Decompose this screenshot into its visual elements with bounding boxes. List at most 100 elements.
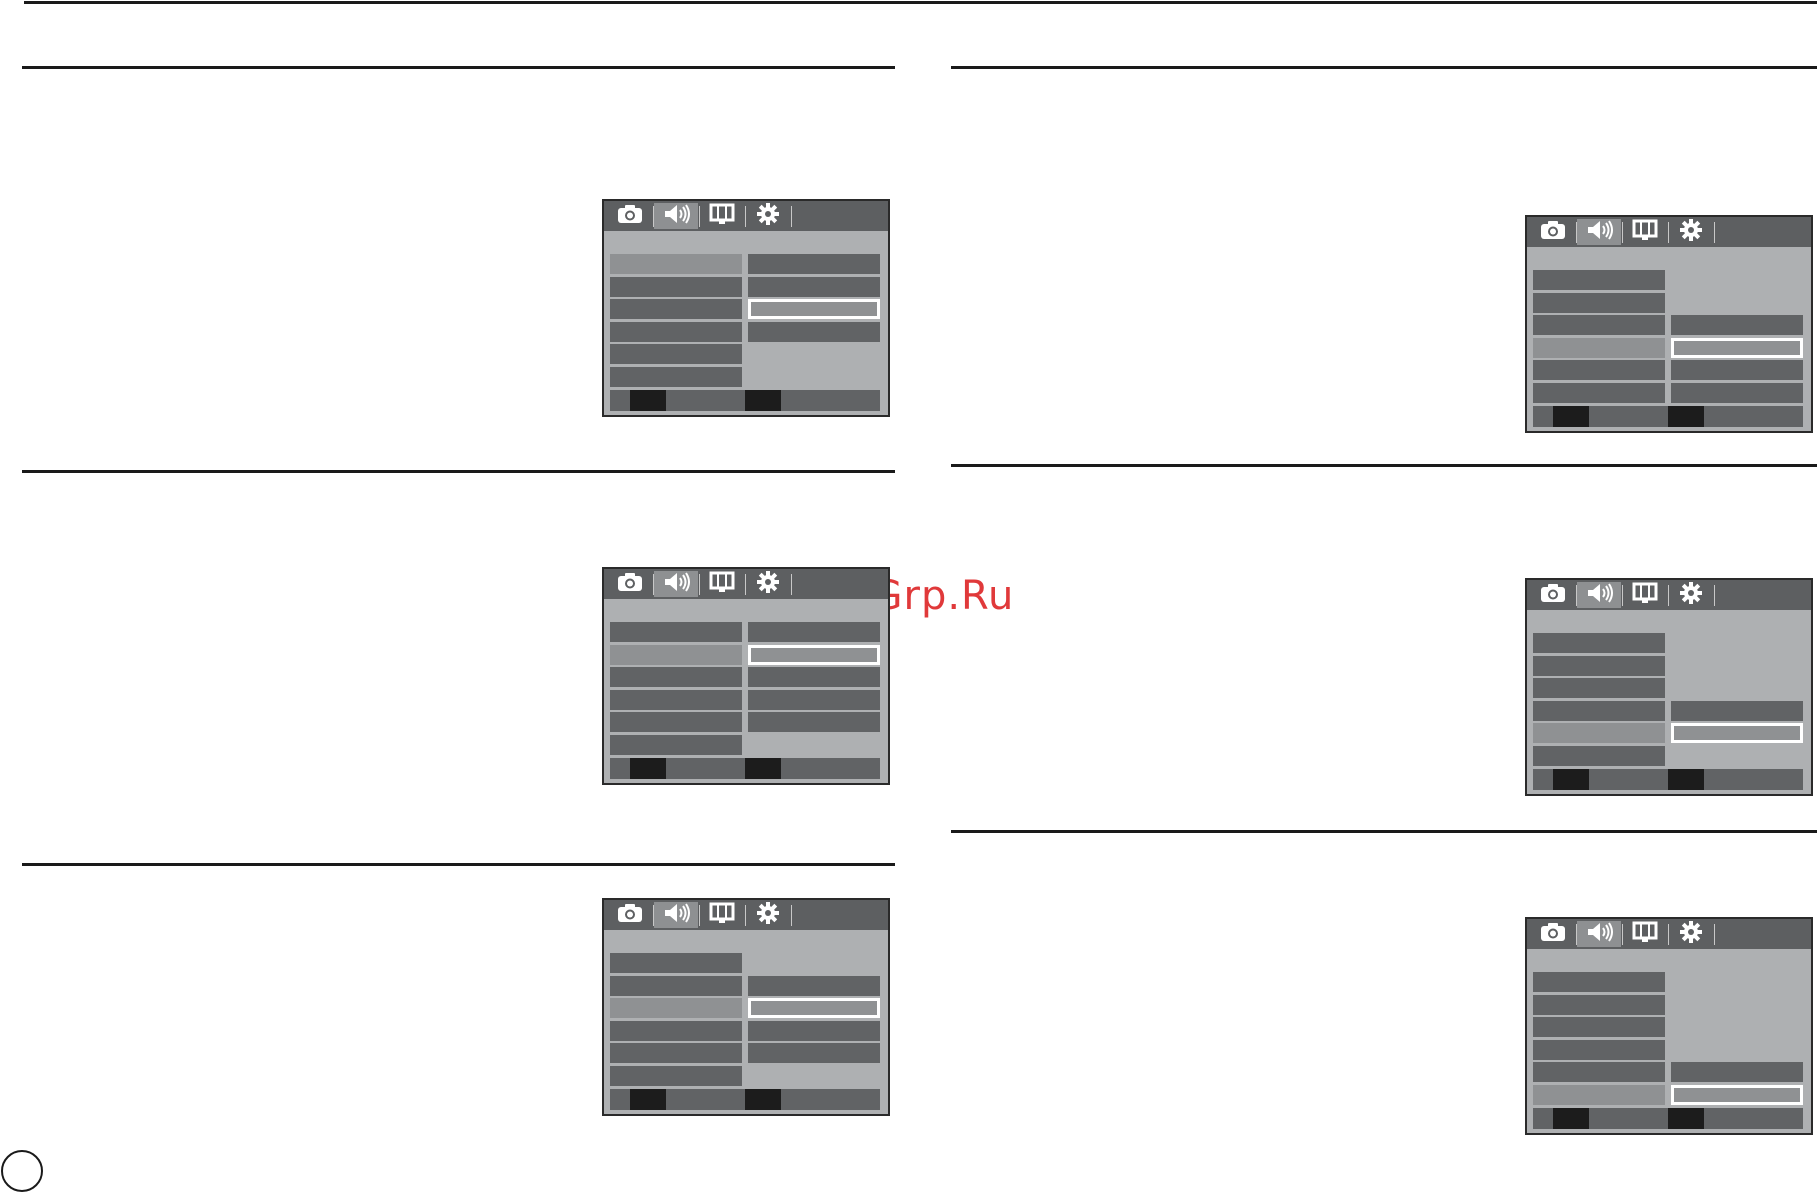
tab-gear[interactable]	[1669, 218, 1713, 245]
tab-camera[interactable]	[608, 902, 652, 928]
menu-item[interactable]	[610, 254, 742, 274]
submenu-option[interactable]	[1671, 701, 1803, 721]
submenu-option[interactable]	[748, 712, 880, 732]
tab-speaker[interactable]	[1577, 921, 1621, 947]
submenu-option[interactable]	[748, 667, 880, 687]
menu-item[interactable]	[610, 645, 742, 665]
menu-item[interactable]	[1533, 315, 1665, 335]
speaker-icon	[1584, 920, 1614, 949]
submenu-option[interactable]	[748, 690, 880, 710]
button-guide-bar	[610, 390, 880, 411]
menu-item[interactable]	[1533, 678, 1665, 698]
menu-item[interactable]	[1533, 1040, 1665, 1060]
tab-display[interactable]	[1623, 582, 1667, 608]
tab-display[interactable]	[1623, 219, 1667, 245]
submenu-option-selected[interactable]	[1671, 1085, 1803, 1105]
menu-item[interactable]	[1533, 701, 1665, 721]
menu-item[interactable]	[1533, 383, 1665, 403]
menu-item[interactable]	[610, 622, 742, 642]
tab-divider	[1714, 924, 1715, 945]
menu-item[interactable]	[610, 690, 742, 710]
tab-gear[interactable]	[1669, 581, 1713, 608]
submenu-option[interactable]	[748, 1021, 880, 1041]
submenu-option-selected[interactable]	[748, 998, 880, 1018]
menu-item[interactable]	[610, 667, 742, 687]
submenu-option[interactable]	[1671, 360, 1803, 380]
tab-camera[interactable]	[608, 203, 652, 229]
menu-item[interactable]	[610, 953, 742, 973]
menu-item[interactable]	[1533, 995, 1665, 1015]
menu-item[interactable]	[610, 976, 742, 996]
menu-item[interactable]	[610, 1066, 742, 1086]
menu-item[interactable]	[1533, 972, 1665, 992]
submenu-option[interactable]	[748, 254, 880, 274]
menu-item[interactable]	[1533, 746, 1665, 766]
tab-gear[interactable]	[746, 202, 790, 229]
submenu-option[interactable]	[748, 1043, 880, 1063]
submenu-option[interactable]	[748, 976, 880, 996]
lcd-menu-screen	[602, 199, 890, 417]
tab-speaker[interactable]	[654, 203, 698, 229]
camera-icon	[615, 570, 645, 599]
submenu-option[interactable]	[748, 322, 880, 342]
submenu-option-selected[interactable]	[748, 299, 880, 319]
submenu-option[interactable]	[748, 622, 880, 642]
menu-item[interactable]	[610, 998, 742, 1018]
menu-item[interactable]	[610, 299, 742, 319]
top-rule	[24, 1, 1817, 4]
menu-item[interactable]	[610, 367, 742, 387]
menu-item[interactable]	[610, 322, 742, 342]
menu-item[interactable]	[610, 277, 742, 297]
menu-item[interactable]	[610, 1043, 742, 1063]
menu-item[interactable]	[1533, 270, 1665, 290]
tab-camera[interactable]	[1531, 219, 1575, 245]
menu-item[interactable]	[1533, 1062, 1665, 1082]
section-rule-left-1	[22, 66, 895, 69]
menu-item[interactable]	[1533, 1017, 1665, 1037]
tab-display[interactable]	[700, 203, 744, 229]
menu-item[interactable]	[610, 712, 742, 732]
menu-item[interactable]	[1533, 656, 1665, 676]
submenu-option-selected[interactable]	[748, 645, 880, 665]
submenu-option[interactable]	[1671, 1062, 1803, 1082]
tab-speaker[interactable]	[1577, 219, 1621, 245]
tab-display[interactable]	[700, 902, 744, 928]
menu-item[interactable]	[610, 344, 742, 364]
tab-display[interactable]	[1623, 921, 1667, 947]
submenu-option[interactable]	[748, 277, 880, 297]
tab-camera[interactable]	[608, 571, 652, 597]
menu-item[interactable]	[610, 1021, 742, 1041]
tab-divider	[1714, 585, 1715, 606]
back-key-indicator	[630, 758, 666, 779]
tab-gear[interactable]	[746, 901, 790, 928]
submenu-option[interactable]	[1671, 315, 1803, 335]
menu-item[interactable]	[1533, 293, 1665, 313]
tab-camera[interactable]	[1531, 582, 1575, 608]
tab-display[interactable]	[700, 571, 744, 597]
menu-tab-bar	[1527, 580, 1811, 610]
menu-item[interactable]	[1533, 723, 1665, 743]
page-number-circle	[1, 1150, 43, 1192]
speaker-icon	[661, 202, 691, 231]
tab-speaker[interactable]	[654, 902, 698, 928]
lcd-menu-screen	[1525, 917, 1813, 1135]
submenu-option-selected[interactable]	[1671, 723, 1803, 743]
tab-camera[interactable]	[1531, 921, 1575, 947]
tab-divider	[791, 574, 792, 595]
menu-item[interactable]	[1533, 1085, 1665, 1105]
tab-gear[interactable]	[1669, 920, 1713, 947]
tab-speaker[interactable]	[1577, 582, 1621, 608]
submenu-option-selected[interactable]	[1671, 338, 1803, 358]
ok-key-indicator	[1668, 406, 1704, 427]
tab-speaker[interactable]	[654, 571, 698, 597]
tab-gear[interactable]	[746, 570, 790, 597]
menu-tab-bar	[1527, 919, 1811, 949]
menu-item[interactable]	[1533, 633, 1665, 653]
menu-item[interactable]	[1533, 360, 1665, 380]
lcd-menu-screen	[602, 567, 890, 785]
ok-key-indicator	[745, 1089, 781, 1110]
menu-item[interactable]	[1533, 338, 1665, 358]
menu-item[interactable]	[610, 735, 742, 755]
submenu-option[interactable]	[1671, 383, 1803, 403]
lcd-menu-screen	[1525, 215, 1813, 433]
